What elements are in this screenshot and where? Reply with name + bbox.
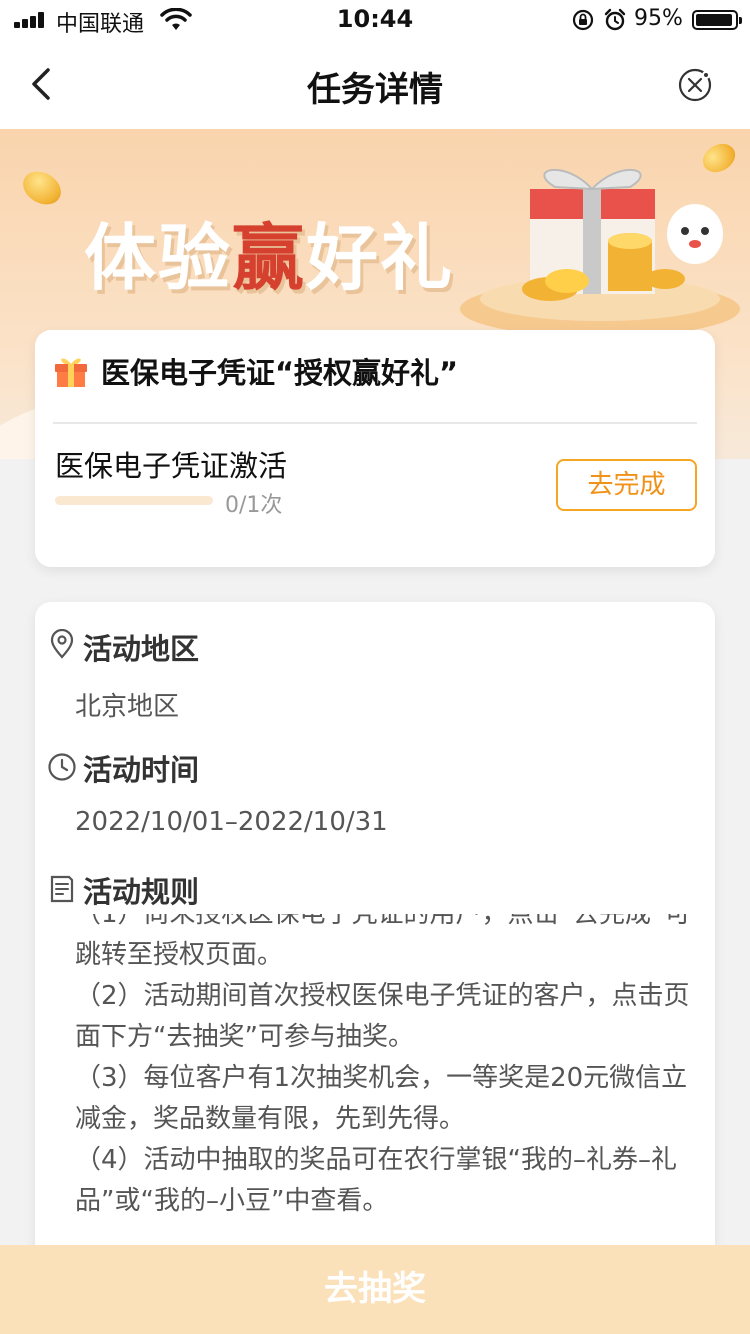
chevron-left-icon[interactable] (24, 62, 60, 106)
time-value: 2022/10/01–2022/10/31 (75, 807, 388, 837)
lottery-draw-button[interactable]: 去抽奖 (0, 1245, 750, 1334)
rule-item: （2）活动期间首次授权医保电子凭证的客户，点击页面下方“去抽奖”可参与抽奖。 (75, 981, 690, 1052)
rules-title: 活动规则 (83, 875, 200, 909)
activity-info-card: 活动地区 北京地区 活动时间 2022/10/01–2022/10/31 活动规… (35, 602, 715, 1302)
task-progress-text: 0/1次 (225, 493, 283, 518)
rule-item: （4）活动中抽取的奖品可在农行掌银“我的–礼券–礼品”或“我的–小豆”中查看。 (75, 1145, 678, 1216)
navigation-bar: 任务详情 (0, 40, 750, 129)
task-card: 医保电子凭证“授权赢好礼” 医保电子凭证激活 0/1次 去完成 (35, 330, 715, 567)
page-title: 任务详情 (307, 70, 443, 110)
document-icon (50, 875, 74, 903)
rules-list: （1）尚未授权医保电子凭证的用户，点击“去完成”可跳转至授权页面。 （2）活动期… (75, 914, 695, 1222)
banner-slogan: 体验赢好礼 (84, 216, 455, 300)
rotation-lock-icon (572, 9, 594, 31)
complete-task-button[interactable]: 去完成 (556, 459, 697, 511)
signal-icon (14, 12, 48, 28)
close-icon[interactable] (676, 66, 714, 104)
clock-icon (48, 753, 76, 781)
status-bar: 中国联通 10:44 95% (0, 0, 750, 40)
battery-percent: 95% (634, 6, 683, 31)
region-value: 北京地区 (75, 692, 180, 722)
battery-icon (692, 10, 742, 30)
wifi-icon (160, 8, 192, 30)
task-card-title: 医保电子凭证“授权赢好礼” (101, 356, 459, 390)
region-title: 活动地区 (83, 632, 200, 666)
rule-item: （3）每位客户有1次抽奖机会，一等奖是20元微信立减金，奖品数量有限，先到先得。 (75, 1063, 688, 1134)
time-title: 活动时间 (83, 753, 200, 787)
coin-icon (17, 165, 67, 211)
battery-fill (696, 14, 733, 26)
location-pin-icon (50, 629, 74, 659)
gift-icon (55, 358, 87, 387)
divider (53, 422, 697, 424)
rule-item: （1）尚未授权医保电子凭证的用户，点击“去完成”可跳转至授权页面。 (75, 914, 691, 970)
task-progress-bar (55, 496, 213, 505)
rules-scroll-area[interactable]: （1）尚未授权医保电子凭证的用户，点击“去完成”可跳转至授权页面。 （2）活动期… (75, 914, 695, 1254)
gift-box-illustration (460, 168, 740, 337)
carrier-label: 中国联通 (56, 12, 145, 37)
task-name: 医保电子凭证激活 (55, 449, 288, 483)
alarm-icon (604, 8, 626, 31)
